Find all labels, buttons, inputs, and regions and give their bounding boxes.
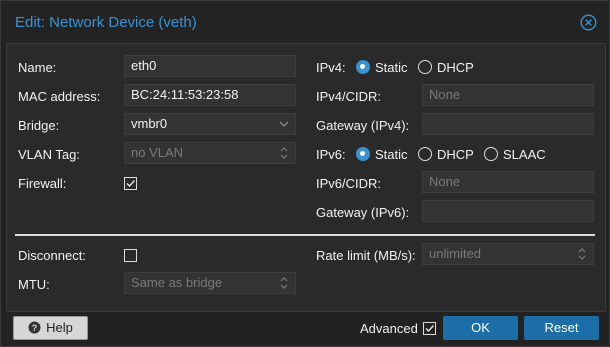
ipv4-cidr-field[interactable]: None bbox=[422, 84, 594, 106]
ipv6-dhcp-radio[interactable] bbox=[418, 147, 432, 161]
chevron-down-icon[interactable] bbox=[277, 114, 291, 134]
advanced-checkbox[interactable] bbox=[423, 322, 436, 335]
gateway-ipv4-field[interactable] bbox=[422, 113, 594, 135]
bridge-value: vmbr0 bbox=[131, 116, 168, 131]
bridge-label: Bridge: bbox=[18, 118, 60, 133]
advanced-label: Advanced bbox=[360, 321, 418, 336]
dialog-body: Name: eth0 MAC address: BC:24:11:53:23:5… bbox=[6, 43, 606, 312]
disconnect-checkbox[interactable] bbox=[124, 249, 137, 262]
spinner-icon[interactable] bbox=[575, 244, 589, 264]
ipv6-static-label: Static bbox=[375, 147, 408, 162]
vlan-tag-label: VLAN Tag: bbox=[18, 147, 80, 162]
disconnect-label: Disconnect: bbox=[18, 248, 86, 263]
ipv6-label: IPv6: bbox=[316, 147, 346, 162]
checkmark-icon bbox=[425, 324, 434, 332]
ipv4-dhcp-label: DHCP bbox=[437, 60, 474, 75]
name-label: Name: bbox=[18, 60, 57, 75]
help-label: Help bbox=[46, 320, 73, 335]
vlan-tag-field[interactable]: no VLAN bbox=[124, 142, 296, 164]
ipv6-slaac-label: SLAAC bbox=[503, 147, 546, 162]
ok-button[interactable]: OK bbox=[443, 316, 518, 340]
ipv4-static-radio[interactable] bbox=[356, 60, 370, 74]
rate-limit-placeholder: unlimited bbox=[429, 246, 482, 261]
question-circle-icon: ? bbox=[28, 321, 41, 334]
ipv6-dhcp-label: DHCP bbox=[437, 147, 474, 162]
gateway-ipv6-label: Gateway (IPv6): bbox=[316, 205, 410, 220]
mtu-label: MTU: bbox=[18, 277, 50, 292]
advanced-separator bbox=[15, 234, 595, 236]
mac-address-label: MAC address: bbox=[18, 89, 101, 104]
dialog-titlebar[interactable]: Edit: Network Device (veth) bbox=[1, 1, 609, 43]
bridge-select[interactable]: vmbr0 bbox=[124, 113, 296, 135]
firewall-checkbox[interactable] bbox=[124, 177, 137, 190]
mtu-placeholder: Same as bridge bbox=[131, 275, 223, 290]
name-field[interactable]: eth0 bbox=[124, 55, 296, 77]
close-icon[interactable] bbox=[580, 14, 597, 31]
mac-address-field[interactable]: BC:24:11:53:23:58 bbox=[124, 84, 296, 106]
network-device-dialog: Edit: Network Device (veth) Name: eth0 M… bbox=[0, 0, 610, 347]
ipv6-static-radio[interactable] bbox=[356, 147, 370, 161]
firewall-label: Firewall: bbox=[18, 176, 67, 191]
mtu-field[interactable]: Same as bridge bbox=[124, 272, 296, 294]
rate-limit-label: Rate limit (MB/s): bbox=[316, 248, 416, 263]
reset-button[interactable]: Reset bbox=[524, 316, 599, 340]
ipv4-dhcp-radio[interactable] bbox=[418, 60, 432, 74]
ipv4-cidr-label: IPv4/CIDR: bbox=[316, 89, 382, 104]
svg-text:?: ? bbox=[32, 323, 38, 333]
gateway-ipv4-label: Gateway (IPv4): bbox=[316, 118, 410, 133]
rate-limit-field[interactable]: unlimited bbox=[422, 243, 594, 265]
checkmark-icon bbox=[126, 179, 135, 187]
ipv6-cidr-field[interactable]: None bbox=[422, 171, 594, 193]
spinner-icon[interactable] bbox=[277, 273, 291, 293]
ipv4-label: IPv4: bbox=[316, 60, 346, 75]
help-button[interactable]: ? Help bbox=[13, 316, 88, 340]
gateway-ipv6-field[interactable] bbox=[422, 200, 594, 222]
dialog-title: Edit: Network Device (veth) bbox=[15, 14, 197, 31]
vlan-tag-placeholder: no VLAN bbox=[131, 145, 184, 160]
ipv6-slaac-radio[interactable] bbox=[484, 147, 498, 161]
ipv6-cidr-label: IPv6/CIDR: bbox=[316, 176, 382, 191]
ipv4-static-label: Static bbox=[375, 60, 408, 75]
spinner-icon[interactable] bbox=[277, 143, 291, 163]
